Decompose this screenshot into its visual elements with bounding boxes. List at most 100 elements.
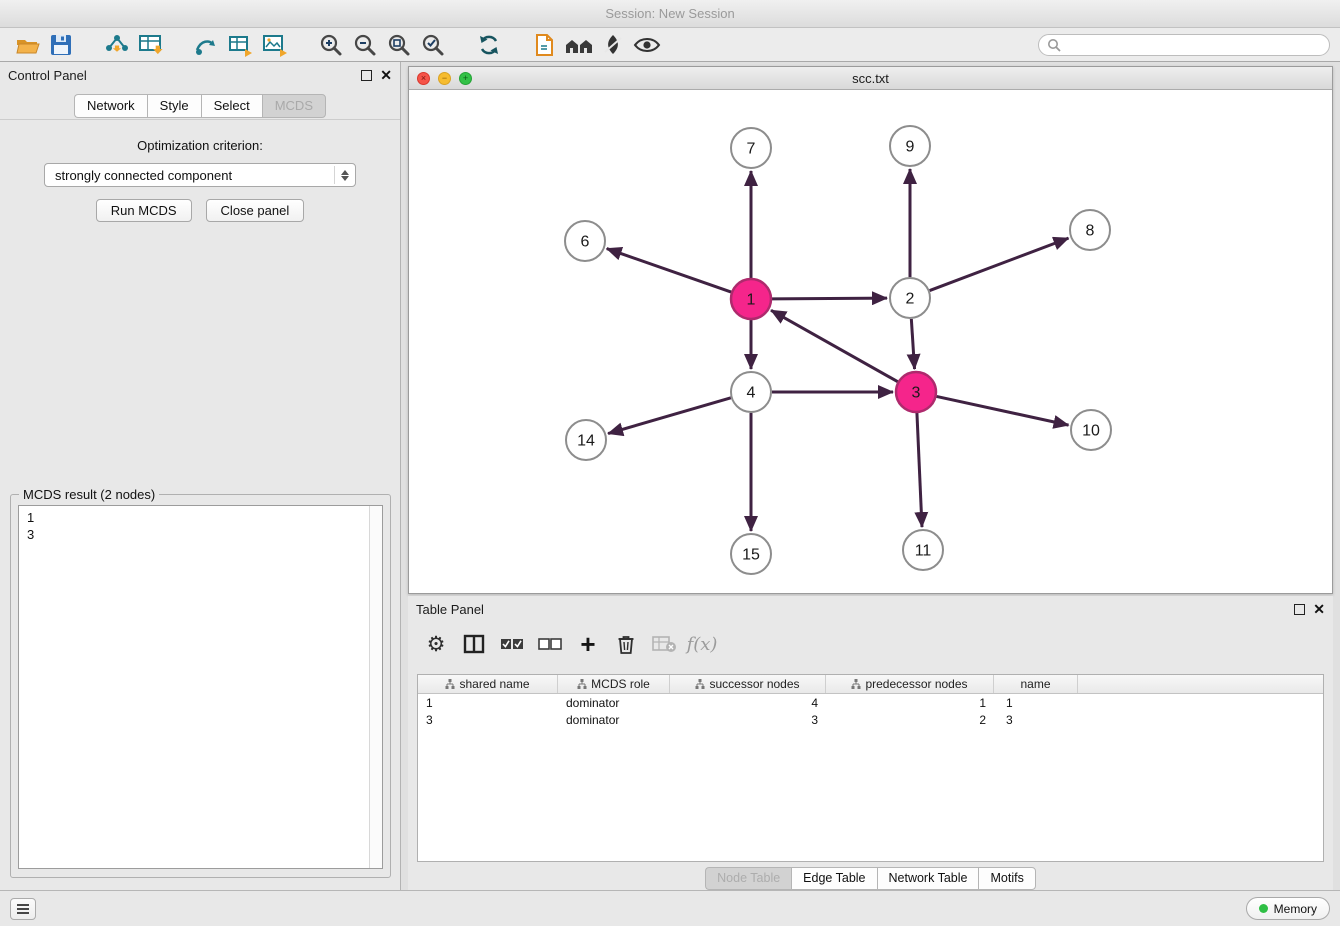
table-cell-successor_nodes[interactable]: 3 bbox=[670, 713, 826, 727]
delete-table-button[interactable] bbox=[648, 628, 680, 660]
tab-edge-table[interactable]: Edge Table bbox=[791, 867, 876, 890]
show-graphics-details-button[interactable] bbox=[630, 30, 664, 60]
home-layout-button[interactable] bbox=[562, 30, 596, 60]
tab-network-table[interactable]: Network Table bbox=[877, 867, 979, 890]
tab-style[interactable]: Style bbox=[147, 94, 201, 118]
delete-column-button[interactable] bbox=[610, 628, 642, 660]
close-panel-icon[interactable]: ✕ bbox=[380, 68, 392, 82]
zoom-out-button[interactable] bbox=[348, 30, 382, 60]
column-header-shared-name[interactable]: shared name bbox=[418, 675, 558, 693]
open-file-button[interactable] bbox=[10, 30, 44, 60]
run-mcds-button[interactable]: Run MCDS bbox=[96, 199, 192, 222]
zoom-in-button[interactable] bbox=[314, 30, 348, 60]
table-panel: Table Panel ✕ ⚙ + bbox=[408, 596, 1333, 890]
main-toolbar bbox=[0, 28, 1340, 62]
tab-motifs[interactable]: Motifs bbox=[978, 867, 1035, 890]
table-cell-shared_name[interactable]: 3 bbox=[418, 713, 558, 727]
table-row[interactable]: 3dominator323 bbox=[418, 711, 1323, 728]
graph-edge-1-6[interactable] bbox=[607, 249, 731, 292]
control-panel-title: Control Panel bbox=[8, 68, 87, 83]
graph-edge-3-1[interactable] bbox=[771, 310, 898, 381]
table-cell-shared_name[interactable]: 1 bbox=[418, 696, 558, 710]
fx-icon: f(x) bbox=[687, 634, 718, 655]
double-home-icon bbox=[564, 33, 594, 57]
close-window-icon[interactable]: × bbox=[417, 72, 430, 85]
optimization-criterion-label: Optimization criterion: bbox=[0, 138, 400, 153]
network-window-title: scc.txt bbox=[852, 71, 889, 86]
zoom-fit-button[interactable] bbox=[382, 30, 416, 60]
close-panel-button[interactable]: Close panel bbox=[206, 199, 305, 222]
graph-node-label-10: 10 bbox=[1082, 423, 1100, 440]
import-network-icon bbox=[103, 32, 131, 58]
table-cell-predecessor_nodes[interactable]: 1 bbox=[826, 696, 994, 710]
hamburger-icon bbox=[16, 903, 30, 915]
search-input[interactable] bbox=[1067, 38, 1321, 52]
table-cell-name[interactable]: 3 bbox=[994, 713, 1078, 727]
table-cell-mcds_role[interactable]: dominator bbox=[558, 713, 670, 727]
import-network-button[interactable] bbox=[100, 30, 134, 60]
memory-button[interactable]: Memory bbox=[1246, 897, 1330, 920]
column-header-name[interactable]: name bbox=[994, 675, 1078, 693]
tab-network[interactable]: Network bbox=[74, 94, 147, 118]
result-scrollbar[interactable] bbox=[369, 506, 382, 868]
column-visibility-button[interactable] bbox=[458, 628, 490, 660]
save-session-button[interactable] bbox=[44, 30, 78, 60]
zoom-selected-button[interactable] bbox=[416, 30, 450, 60]
graph-edge-3-10[interactable] bbox=[937, 396, 1069, 425]
graph-edge-2-8[interactable] bbox=[930, 238, 1069, 290]
copy-view-button[interactable] bbox=[528, 30, 562, 60]
function-builder-button[interactable]: f(x) bbox=[686, 628, 718, 660]
table-cell-successor_nodes[interactable]: 4 bbox=[670, 696, 826, 710]
graph-node-label-9: 9 bbox=[906, 139, 915, 156]
eye-icon bbox=[633, 34, 661, 56]
graph-edge-1-2[interactable] bbox=[772, 298, 887, 299]
status-menu-button[interactable] bbox=[10, 898, 36, 920]
mcds-result-title: MCDS result (2 nodes) bbox=[19, 487, 159, 502]
graph-node-label-14: 14 bbox=[577, 433, 595, 450]
graph-edge-4-14[interactable] bbox=[608, 398, 731, 434]
select-all-icon bbox=[500, 636, 524, 652]
table-settings-button[interactable]: ⚙ bbox=[420, 628, 452, 660]
add-column-button[interactable]: + bbox=[572, 628, 604, 660]
criterion-dropdown[interactable]: strongly connected component bbox=[44, 163, 356, 187]
graph-edge-2-3[interactable] bbox=[911, 319, 914, 369]
tab-node-table[interactable]: Node Table bbox=[705, 867, 791, 890]
network-canvas[interactable]: 7968124314101511 bbox=[409, 90, 1332, 593]
columns-icon bbox=[463, 634, 485, 654]
column-header-successor-nodes[interactable]: successor nodes bbox=[670, 675, 826, 693]
window-title: Session: New Session bbox=[605, 6, 734, 21]
import-table-button[interactable] bbox=[134, 30, 168, 60]
column-header-predecessor-nodes[interactable]: predecessor nodes bbox=[826, 675, 994, 693]
refresh-view-button[interactable] bbox=[472, 30, 506, 60]
mcds-result-textarea[interactable]: 13 bbox=[18, 505, 383, 869]
minimize-window-icon[interactable]: − bbox=[438, 72, 451, 85]
search-box[interactable] bbox=[1038, 34, 1330, 56]
control-panel: Control Panel ✕ Network Style Select MCD… bbox=[0, 62, 401, 890]
node-table-header: shared name MCDS role successor nodes pr… bbox=[418, 675, 1323, 694]
visual-style-button[interactable] bbox=[596, 30, 630, 60]
select-all-rows-button[interactable] bbox=[496, 628, 528, 660]
table-cell-predecessor_nodes[interactable]: 2 bbox=[826, 713, 994, 727]
mcds-result-group: MCDS result (2 nodes) 13 bbox=[10, 494, 391, 878]
tab-select[interactable]: Select bbox=[201, 94, 262, 118]
table-cell-name[interactable]: 1 bbox=[994, 696, 1078, 710]
plus-icon: + bbox=[580, 631, 595, 657]
column-tree-icon bbox=[577, 679, 587, 689]
zoom-window-icon[interactable]: + bbox=[459, 72, 472, 85]
tab-mcds[interactable]: MCDS bbox=[262, 94, 326, 118]
table-cell-mcds_role[interactable]: dominator bbox=[558, 696, 670, 710]
graph-edge-3-11[interactable] bbox=[917, 413, 922, 527]
float-panel-icon[interactable] bbox=[361, 70, 372, 81]
control-panel-tabs: Network Style Select MCDS bbox=[0, 94, 400, 118]
export-table-button[interactable] bbox=[224, 30, 258, 60]
new-network-from-selection-button[interactable] bbox=[190, 30, 224, 60]
table-row[interactable]: 1dominator411 bbox=[418, 694, 1323, 711]
export-image-button[interactable] bbox=[258, 30, 292, 60]
float-table-panel-icon[interactable] bbox=[1294, 604, 1305, 615]
deselect-all-rows-button[interactable] bbox=[534, 628, 566, 660]
network-window-titlebar[interactable]: × − + scc.txt bbox=[409, 67, 1332, 90]
column-header-mcds-role[interactable]: MCDS role bbox=[558, 675, 670, 693]
graph-node-label-7: 7 bbox=[747, 141, 756, 158]
close-table-panel-icon[interactable]: ✕ bbox=[1313, 602, 1325, 616]
export-image-icon bbox=[261, 32, 289, 58]
